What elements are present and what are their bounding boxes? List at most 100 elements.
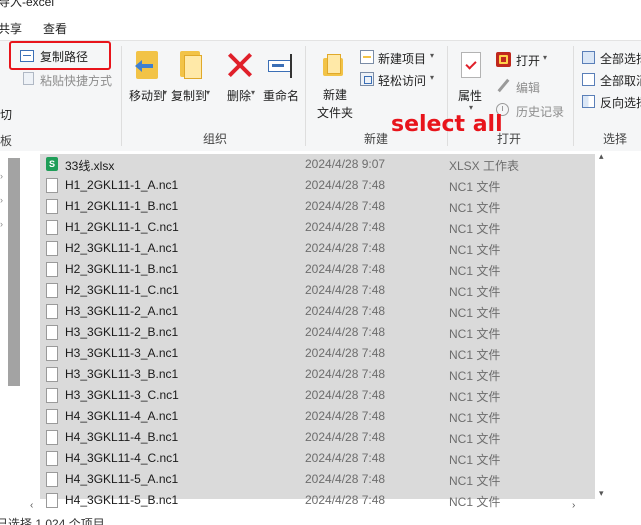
horizontal-scrollbar[interactable]: ‹ › [22, 499, 612, 515]
file-icon [46, 241, 58, 256]
file-row[interactable]: H2_3GKL11-1_C.nc1 2024/4/28 7:48 NC1 文件 [40, 280, 595, 301]
rename-button[interactable]: 重命名 [263, 87, 299, 104]
invert-selection-button[interactable]: 反向选择 [600, 94, 641, 111]
file-icon [46, 304, 58, 319]
file-type: XLSX 工作表 [449, 159, 520, 173]
file-date: 2024/4/28 7:48 [305, 430, 386, 444]
delete-icon [227, 52, 253, 78]
menu-share[interactable]: 共享 [0, 20, 22, 37]
file-type: NC1 文件 [449, 474, 501, 488]
easy-access-dropdown-icon[interactable]: ▾ [430, 73, 434, 82]
file-name: H1_2GKL11-1_C.nc1 [65, 220, 179, 234]
file-row[interactable]: H1_2GKL11-1_B.nc1 2024/4/28 7:48 NC1 文件 [40, 196, 595, 217]
navigation-scrollbar-thumb[interactable] [8, 158, 20, 386]
file-type: NC1 文件 [449, 411, 501, 425]
open-button[interactable]: 打开 [516, 52, 540, 69]
file-name: 33线.xlsx [65, 159, 115, 173]
select-group-label: 选择 [603, 132, 628, 146]
cut-button[interactable]: 剪切 [0, 104, 14, 122]
scroll-up-icon[interactable]: ▴ [599, 151, 604, 162]
delete-dropdown-icon[interactable]: ▾ [251, 88, 255, 97]
file-date: 2024/4/28 7:48 [305, 283, 386, 297]
file-type: NC1 文件 [449, 306, 501, 320]
menu-view[interactable]: 查看 [43, 20, 67, 37]
file-name: H3_3GKL11-3_B.nc1 [65, 367, 179, 381]
rename-icon [268, 54, 296, 78]
file-type: NC1 文件 [449, 201, 501, 215]
properties-button[interactable]: 属性 [458, 87, 482, 104]
file-row[interactable]: H1_2GKL11-1_C.nc1 2024/4/28 7:48 NC1 文件 [40, 217, 595, 238]
file-type: NC1 文件 [449, 390, 501, 404]
file-icon [46, 472, 58, 487]
file-icon [46, 367, 58, 382]
file-icon [46, 178, 58, 193]
paste-shortcut-icon [23, 72, 34, 85]
file-date: 2024/4/28 7:48 [305, 220, 386, 234]
file-date: 2024/4/28 7:48 [305, 241, 386, 255]
move-to-icon [135, 51, 160, 81]
file-icon [46, 430, 58, 445]
properties-dropdown-icon[interactable]: ▾ [469, 103, 473, 112]
clipboard-group-label: 剪贴板 [0, 134, 13, 148]
scroll-left-icon[interactable]: ‹ [30, 500, 33, 511]
select-none-button[interactable]: 全部取消 [600, 72, 641, 89]
vertical-scrollbar[interactable]: ▴ ▾ [596, 151, 612, 499]
edit-button[interactable]: 编辑 [516, 79, 540, 96]
delete-button[interactable]: 删除 [227, 87, 251, 104]
file-row[interactable]: H4_3GKL11-4_A.nc1 2024/4/28 7:48 NC1 文件 [40, 406, 595, 427]
file-name: H3_3GKL11-2_A.nc1 [65, 304, 179, 318]
move-to-button[interactable]: 移动到 [129, 87, 165, 104]
file-row[interactable]: H2_3GKL11-1_A.nc1 2024/4/28 7:48 NC1 文件 [40, 238, 595, 259]
file-icon [46, 283, 58, 298]
new-folder-button[interactable]: 新建 文件夹 [317, 86, 353, 122]
copy-to-button[interactable]: 复制到 [171, 87, 207, 104]
file-row[interactable]: H4_3GKL11-4_C.nc1 2024/4/28 7:48 NC1 文件 [40, 448, 595, 469]
file-row[interactable]: H1_2GKL11-1_A.nc1 2024/4/28 7:48 NC1 文件 [40, 175, 595, 196]
file-type: NC1 文件 [449, 264, 501, 278]
file-icon [46, 451, 58, 466]
file-date: 2024/4/28 7:48 [305, 325, 386, 339]
file-icon [46, 409, 58, 424]
file-row[interactable]: H3_3GKL11-2_B.nc1 2024/4/28 7:48 NC1 文件 [40, 322, 595, 343]
highlight-rectangle [9, 41, 111, 70]
window-title: 导入-excel [0, 0, 55, 8]
file-name: H1_2GKL11-1_A.nc1 [65, 178, 179, 192]
history-button[interactable]: 历史记录 [516, 103, 564, 120]
file-date: 2024/4/28 7:48 [305, 304, 386, 318]
select-all-button[interactable]: 全部选择 [600, 50, 641, 67]
file-type: NC1 文件 [449, 327, 501, 341]
open-app-icon [496, 52, 511, 67]
file-icon [46, 325, 58, 340]
move-to-dropdown-icon[interactable]: ▾ [163, 88, 167, 97]
easy-access-button[interactable]: 轻松访问 [378, 72, 426, 89]
file-name: H1_2GKL11-1_B.nc1 [65, 199, 179, 213]
file-name: H3_3GKL11-3_A.nc1 [65, 346, 179, 360]
file-row[interactable]: H3_3GKL11-3_B.nc1 2024/4/28 7:48 NC1 文件 [40, 364, 595, 385]
file-row[interactable]: H4_3GKL11-4_B.nc1 2024/4/28 7:48 NC1 文件 [40, 427, 595, 448]
file-type: NC1 文件 [449, 243, 501, 257]
new-item-button[interactable]: 新建项目 [378, 50, 426, 67]
invert-selection-icon [582, 95, 595, 108]
file-name: H3_3GKL11-3_C.nc1 [65, 388, 179, 402]
file-date: 2024/4/28 9:07 [305, 157, 386, 171]
copy-to-dropdown-icon[interactable]: ▾ [206, 88, 210, 97]
file-type: NC1 文件 [449, 222, 501, 236]
ribbon-divider [121, 46, 122, 146]
file-date: 2024/4/28 7:48 [305, 199, 386, 213]
file-row[interactable]: H3_3GKL11-3_C.nc1 2024/4/28 7:48 NC1 文件 [40, 385, 595, 406]
ribbon-divider [573, 46, 574, 146]
scroll-down-icon[interactable]: ▾ [599, 488, 604, 499]
new-item-dropdown-icon[interactable]: ▾ [430, 51, 434, 60]
scroll-right-icon[interactable]: › [572, 500, 575, 511]
open-dropdown-icon[interactable]: ▾ [543, 53, 547, 62]
file-row[interactable]: H3_3GKL11-2_A.nc1 2024/4/28 7:48 NC1 文件 [40, 301, 595, 322]
file-row[interactable]: S 33线.xlsx 2024/4/28 9:07 XLSX 工作表 [40, 154, 595, 175]
copy-to-icon [180, 51, 204, 81]
file-row[interactable]: H3_3GKL11-3_A.nc1 2024/4/28 7:48 NC1 文件 [40, 343, 595, 364]
excel-icon: S [46, 157, 58, 171]
status-bar: 已选择 1,024 个项目 [0, 517, 105, 525]
file-row[interactable]: H2_3GKL11-1_B.nc1 2024/4/28 7:48 NC1 文件 [40, 259, 595, 280]
paste-shortcut-button[interactable]: 粘贴快捷方式 [40, 72, 112, 89]
file-date: 2024/4/28 7:48 [305, 346, 386, 360]
file-row[interactable]: H4_3GKL11-5_A.nc1 2024/4/28 7:48 NC1 文件 [40, 469, 595, 490]
